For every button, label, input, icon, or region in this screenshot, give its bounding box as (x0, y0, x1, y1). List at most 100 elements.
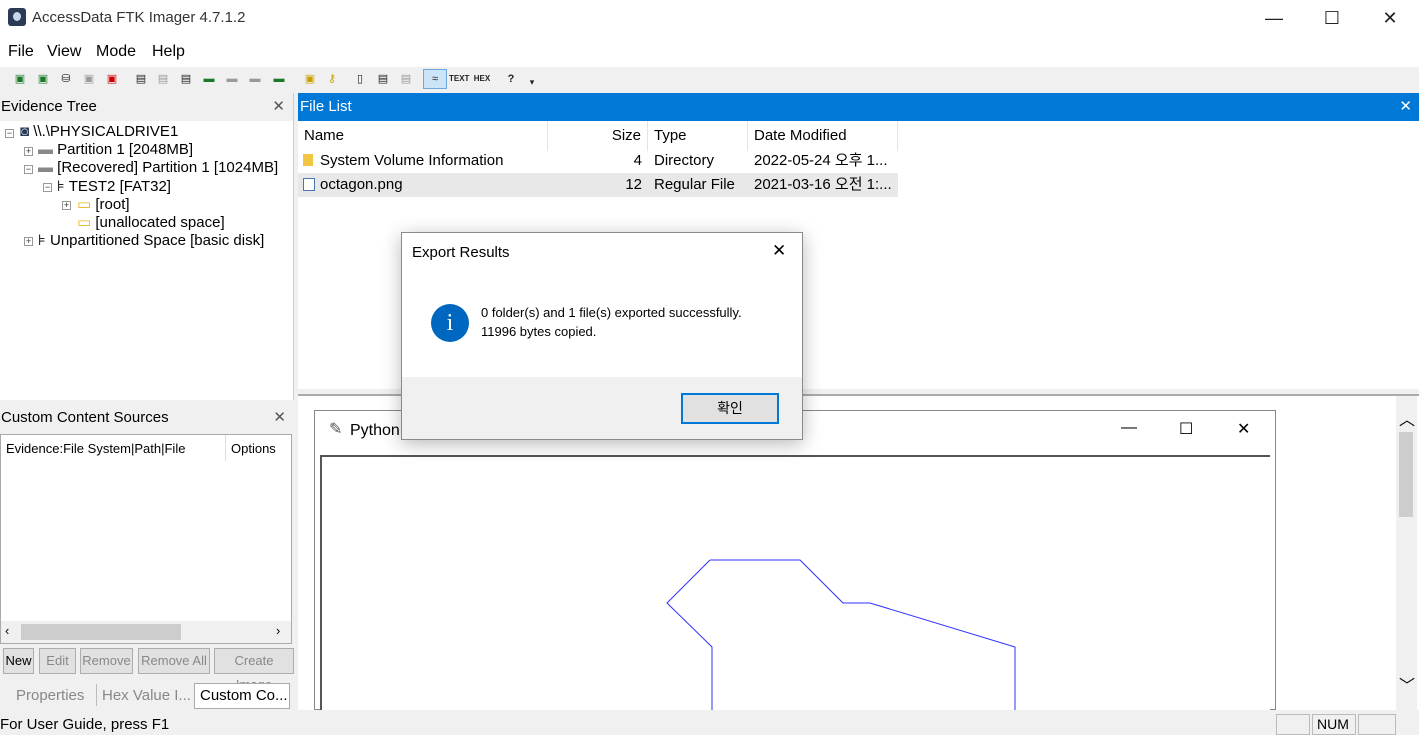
octagon-right-edges (710, 559, 1016, 710)
python-maximize-button[interactable]: ☐ (1179, 419, 1193, 439)
create-image-button[interactable]: Create Image (214, 648, 294, 692)
custom-content-list[interactable]: Evidence:File System|Path|File Options ‹… (0, 434, 292, 644)
dialog-title: Export Results (412, 244, 510, 261)
edit-button[interactable]: Edit (39, 648, 76, 674)
tree-item-unallocated[interactable]: ▭ [unallocated space] (77, 213, 225, 231)
column-evidence[interactable]: Evidence:File System|Path|File (6, 441, 185, 456)
remove-evidence-icon[interactable]: ▣ (80, 70, 98, 88)
scroll-up-icon[interactable]: ︿ (1399, 406, 1415, 430)
maximize-button[interactable]: ☐ (1303, 0, 1361, 37)
evidence-tree-pane: Evidence Tree ✕ − ◙ \\.\PHYSICALDRIVE1 +… (0, 93, 294, 400)
custom-content-close-icon[interactable]: ✕ (273, 404, 286, 432)
verify-drive-icon[interactable]: ▬ (270, 70, 288, 88)
tree-collapse-icon[interactable]: − (24, 165, 33, 174)
text-view-icon[interactable]: TEXT (449, 70, 469, 88)
toolbar-overflow-chevron-icon[interactable]: ▾ (523, 73, 541, 91)
table-row[interactable]: System Volume Information 4 Directory 20… (298, 149, 898, 173)
image-file-icon (303, 178, 315, 191)
tree-expand-icon[interactable]: + (24, 147, 33, 156)
menu-view[interactable]: View (47, 43, 81, 61)
tree-item-root[interactable]: ▭ [root] (77, 195, 130, 213)
column-name[interactable]: Name (298, 121, 548, 151)
python-minimize-button[interactable]: — (1121, 419, 1137, 437)
tree-collapse-icon[interactable]: − (43, 183, 52, 192)
horizontal-scrollbar[interactable]: ‹ › (1, 621, 291, 643)
help-icon[interactable]: ? (502, 70, 520, 88)
folder-icon: ▭ (77, 214, 92, 231)
scrollbar-thumb[interactable] (1399, 432, 1413, 517)
status-bar: For User Guide, press F1 NUM (0, 712, 1419, 735)
remove-button[interactable]: Remove (80, 648, 133, 674)
toolbar: ▣ ▣ ⛁ ▣ ▣ ▤ ▤ ▤ ▬ ▬ ▬ ▬ ▣ ⚷ ▯ ▤ ▤ ≈ TEXT… (0, 67, 1419, 92)
tree-item-unpartitioned[interactable]: ⊧ Unpartitioned Space [basic disk] (38, 231, 264, 249)
evidence-tree-title: Evidence Tree (1, 98, 97, 115)
title-bar: AccessData FTK Imager 4.7.1.2 — ☐ ✕ (0, 0, 1419, 37)
menu-mode[interactable]: Mode (96, 43, 136, 61)
evidence-tree-close-icon[interactable]: ✕ (272, 93, 285, 121)
column-size[interactable]: Size (548, 121, 648, 151)
file-size: 12 (625, 176, 642, 193)
export-directory-listing-icon[interactable]: ▤ (397, 70, 415, 88)
new-button[interactable]: New (3, 648, 34, 674)
remove-all-evidence-icon[interactable]: ▣ (103, 70, 121, 88)
export-file-hash-list-icon[interactable]: ▤ (374, 70, 392, 88)
file-type: Directory (654, 152, 715, 169)
menu-help[interactable]: Help (152, 43, 185, 61)
table-row[interactable]: octagon.png 12 Regular File 2021-03-16 오… (298, 173, 898, 197)
hex-view-icon[interactable]: HEX (472, 70, 492, 88)
add-to-custom-content-icon[interactable]: ▬ (200, 70, 218, 88)
tree-item-physicaldrive[interactable]: ◙ \\.\PHYSICALDRIVE1 (20, 123, 178, 140)
menu-file[interactable]: File (8, 43, 34, 61)
evidence-tree-header: Evidence Tree ✕ (0, 93, 293, 121)
create-custom-content-image-icon[interactable]: ▬ (223, 70, 241, 88)
scroll-left-icon[interactable]: ‹ (5, 623, 9, 638)
dialog-message-line1: 0 folder(s) and 1 file(s) exported succe… (481, 305, 742, 320)
minimize-button[interactable]: — (1245, 0, 1303, 37)
file-list-close-icon[interactable]: ✕ (1399, 93, 1412, 121)
custom-content-title: Custom Content Sources (1, 409, 169, 426)
octagon-drawing (666, 559, 1016, 710)
file-name: System Volume Information (320, 152, 504, 169)
dialog-close-button[interactable]: ✕ (772, 241, 786, 261)
scrollbar-thumb[interactable] (21, 624, 181, 640)
tree-expand-icon[interactable]: + (24, 237, 33, 246)
tab-properties[interactable]: Properties (16, 687, 84, 704)
close-button[interactable]: ✕ (1361, 0, 1419, 37)
export-files-icon[interactable]: ▯ (351, 70, 369, 88)
export-logical-image-icon[interactable]: ▤ (177, 70, 195, 88)
tree-item-test2[interactable]: ⊧ TEST2 [FAT32] (57, 177, 171, 195)
decrypt-icon[interactable]: ▬ (246, 70, 264, 88)
column-options[interactable]: Options (231, 441, 276, 456)
tree-item-partition-1[interactable]: ▬ Partition 1 [2048MB] (38, 141, 193, 158)
file-size: 4 (633, 152, 642, 169)
octagon-left-edges (666, 559, 713, 710)
tree-item-recovered-partition[interactable]: ▬ [Recovered] Partition 1 [1024MB] (38, 159, 278, 176)
obtain-protected-files-icon[interactable]: ⚷ (323, 70, 341, 88)
auto-view-icon[interactable]: ≈ (423, 69, 447, 89)
create-disk-image-icon[interactable]: ▤ (132, 70, 150, 88)
scroll-right-icon[interactable]: › (276, 623, 280, 638)
file-name: octagon.png (320, 176, 403, 193)
column-date-modified[interactable]: Date Modified (748, 121, 898, 151)
tree-collapse-icon[interactable]: − (5, 129, 14, 138)
file-list-title: File List (300, 98, 352, 115)
menu-bar: File View Mode Help (0, 37, 1419, 67)
remove-all-button[interactable]: Remove All (138, 648, 210, 674)
add-all-evidence-icon[interactable]: ▣ (34, 70, 52, 88)
capture-memory-icon[interactable]: ▣ (301, 70, 319, 88)
column-divider (225, 435, 226, 461)
folder-icon: ▭ (77, 196, 92, 213)
tree-expand-icon[interactable]: + (62, 201, 71, 210)
add-evidence-icon[interactable]: ▣ (11, 70, 29, 88)
ok-button[interactable]: 확인 (681, 393, 779, 424)
column-type[interactable]: Type (648, 121, 748, 151)
export-disk-image-icon[interactable]: ▤ (154, 70, 172, 88)
python-close-button[interactable]: ✕ (1237, 419, 1250, 439)
vertical-scrollbar[interactable]: ︿ ﹀ (1396, 396, 1417, 710)
scroll-down-icon[interactable]: ﹀ (1399, 672, 1415, 696)
status-text: For User Guide, press F1 (0, 716, 170, 733)
tab-custom-content[interactable]: Custom Co... (194, 683, 290, 709)
custom-content-pane: Custom Content Sources ✕ Evidence:File S… (0, 404, 294, 644)
image-mounting-icon[interactable]: ⛁ (57, 70, 75, 88)
tab-hex-value[interactable]: Hex Value I... (102, 687, 191, 704)
